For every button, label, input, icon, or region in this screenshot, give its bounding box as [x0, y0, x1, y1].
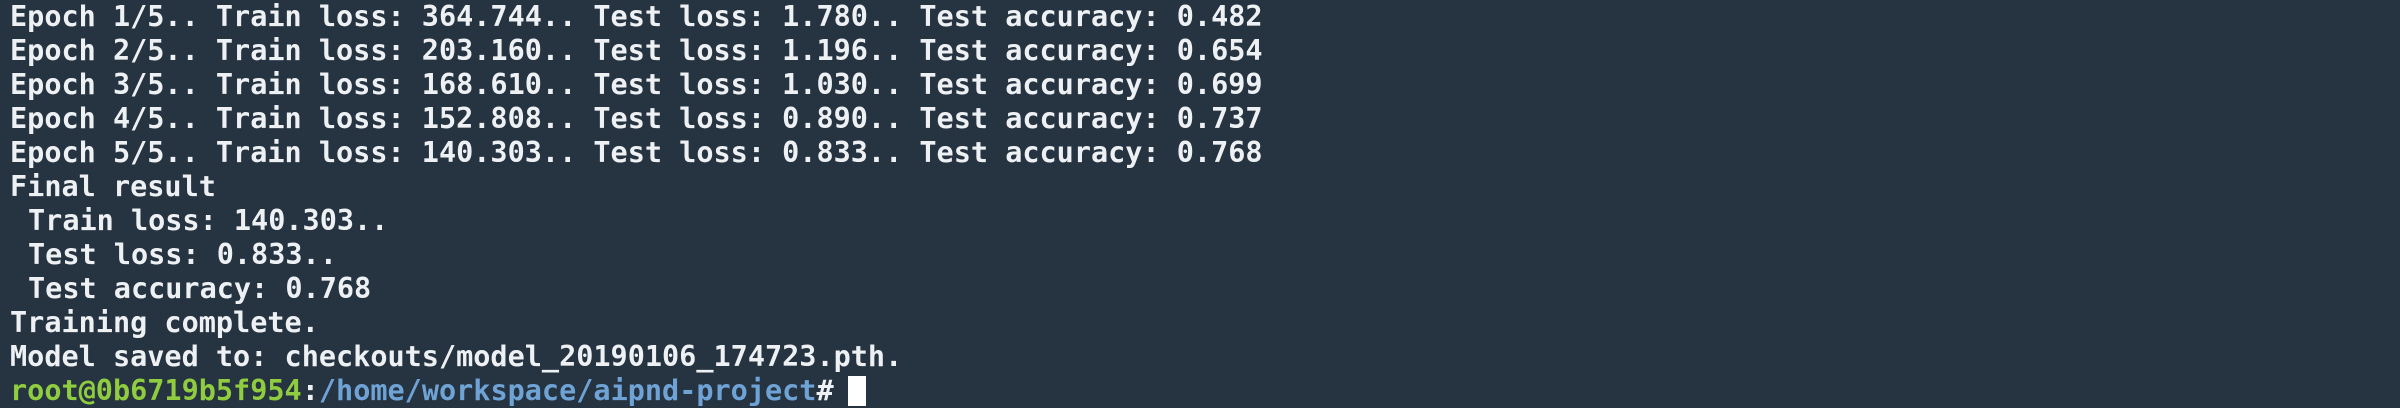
epoch-4-line: Epoch 4/5.. Train loss: 152.808.. Test l… [10, 102, 1263, 135]
prompt-path: /home/workspace/aipnd-project [318, 374, 817, 407]
text-cursor[interactable] [847, 376, 866, 406]
terminal-window[interactable]: Epoch 1/5.. Train loss: 364.744.. Test l… [0, 0, 2400, 408]
prompt-separator: : [301, 374, 319, 407]
epoch-3-line: Epoch 3/5.. Train loss: 168.610.. Test l… [10, 68, 1263, 101]
final-test-loss: Test loss: 0.833.. [28, 238, 337, 271]
final-result-header: Final result [10, 170, 216, 203]
epoch-1-line: Epoch 1/5.. Train loss: 364.744.. Test l… [10, 0, 1263, 33]
epoch-2-line: Epoch 2/5.. Train loss: 203.160.. Test l… [10, 34, 1263, 67]
shell-prompt-line[interactable]: root@0b6719b5f954:/home/workspace/aipnd-… [10, 374, 2400, 408]
prompt-symbol: # [816, 374, 834, 407]
prompt-user-host: root@0b6719b5f954 [10, 374, 302, 407]
training-complete-line: Training complete. [10, 306, 319, 339]
model-saved-line: Model saved to: checkouts/model_20190106… [10, 340, 903, 373]
final-test-accuracy: Test accuracy: 0.768 [28, 272, 372, 305]
epoch-5-line: Epoch 5/5.. Train loss: 140.303.. Test l… [10, 136, 1263, 169]
final-train-loss: Train loss: 140.303.. [28, 204, 389, 237]
